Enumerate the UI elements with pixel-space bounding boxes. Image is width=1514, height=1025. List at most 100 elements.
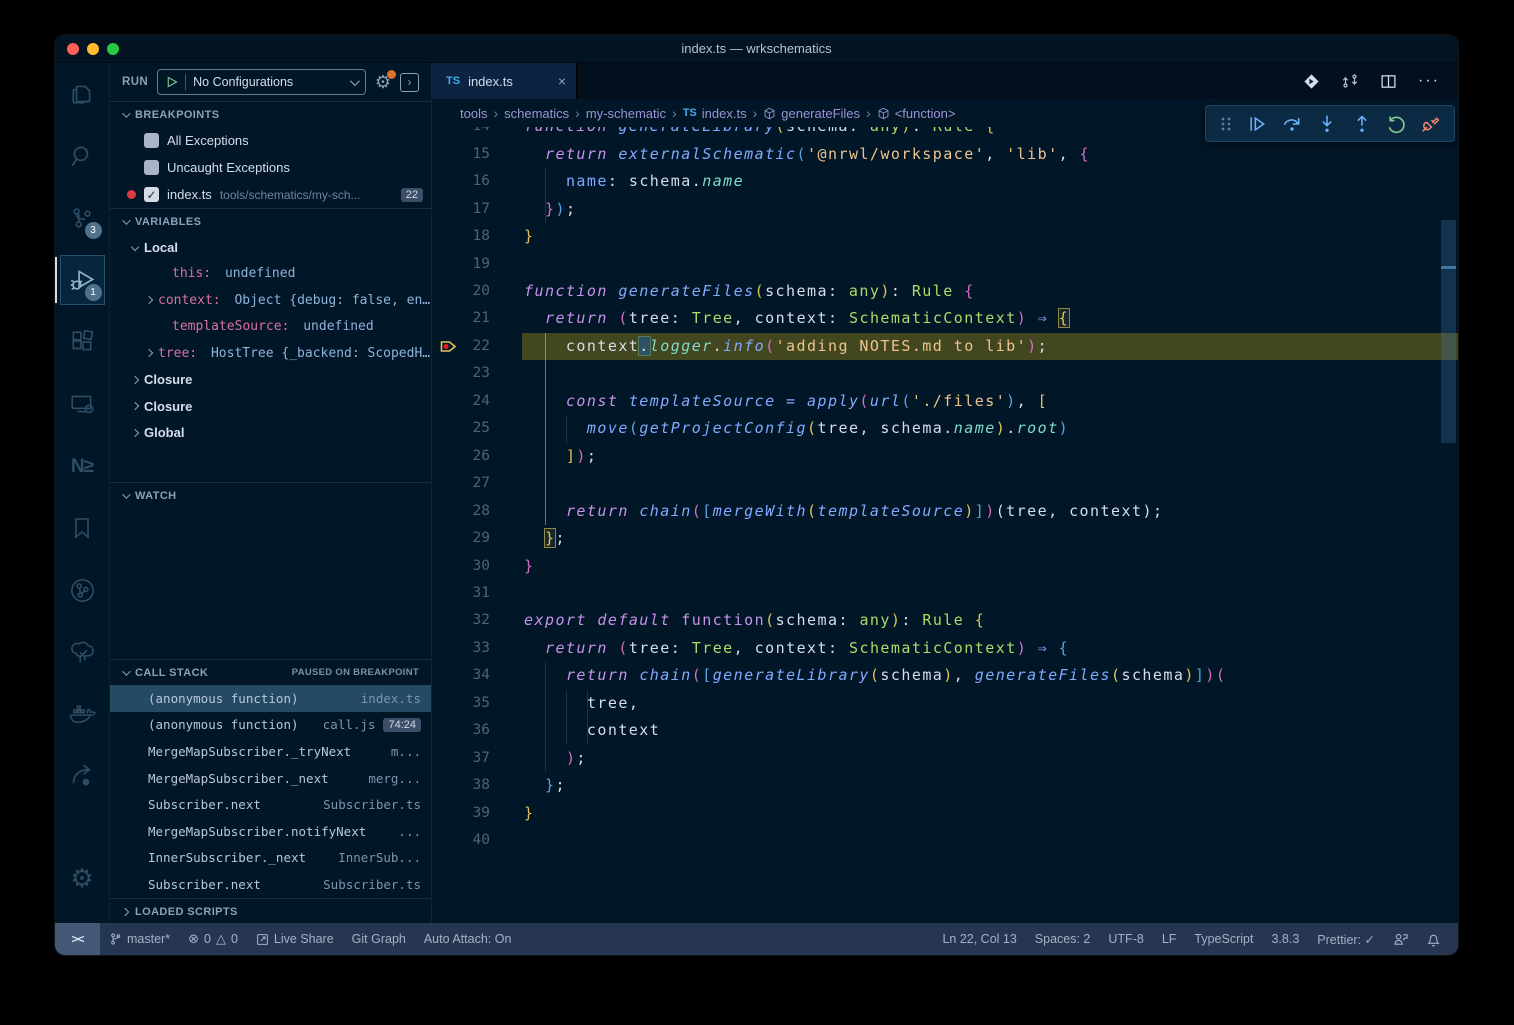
line-number[interactable]: 25	[432, 415, 490, 442]
line-number[interactable]: 15	[432, 141, 490, 168]
call-stack-frame[interactable]: Subscriber.nextSubscriber.ts	[110, 791, 431, 818]
search-icon[interactable]	[55, 125, 110, 187]
tab-index-ts[interactable]: TS index.ts ×	[432, 63, 577, 99]
line-number[interactable]: 16	[432, 168, 490, 195]
code-line[interactable]: 22 context.logger.info('adding NOTES.md …	[432, 333, 1458, 360]
gitlens-annotate-icon[interactable]	[1303, 73, 1320, 90]
line-number[interactable]: 29	[432, 525, 490, 552]
line-number[interactable]: 35	[432, 690, 490, 717]
manage-gear-icon[interactable]: ⚙	[55, 847, 110, 909]
code-line[interactable]: 20function generateFiles(schema: any): R…	[432, 278, 1458, 305]
line-number[interactable]: 34	[432, 662, 490, 689]
call-stack-section-header[interactable]: CALL STACK PAUSED ON BREAKPOINT	[110, 659, 431, 685]
code-line[interactable]: 27	[432, 470, 1458, 497]
line-number[interactable]: 20	[432, 278, 490, 305]
breadcrumb-item[interactable]: tools	[460, 106, 487, 121]
variable-scope-row[interactable]: Global	[110, 420, 431, 447]
line-number[interactable]: 38	[432, 772, 490, 799]
call-stack-frame[interactable]: (anonymous function)call.js74:24	[110, 712, 431, 739]
line-number[interactable]: 33	[432, 635, 490, 662]
breadcrumb-item[interactable]: TSindex.ts	[683, 106, 747, 121]
code-line[interactable]: 26 ]);	[432, 443, 1458, 470]
line-number[interactable]: 17	[432, 196, 490, 223]
line-number[interactable]: 31	[432, 580, 490, 607]
line-number[interactable]: 19	[432, 251, 490, 278]
prettier-item[interactable]: Prettier: ✓	[1308, 923, 1384, 955]
split-editor-icon[interactable]	[1380, 73, 1397, 90]
breakpoint-row-all-exceptions[interactable]: All Exceptions	[110, 127, 431, 154]
live-share-icon[interactable]	[55, 745, 110, 807]
drag-grip-icon[interactable]	[1219, 116, 1233, 132]
line-number[interactable]: 39	[432, 800, 490, 827]
code-line[interactable]: 38 };	[432, 772, 1458, 799]
line-number[interactable]: 37	[432, 745, 490, 772]
breadcrumb-item[interactable]: <function>	[877, 106, 956, 121]
continue-icon[interactable]	[1247, 114, 1267, 134]
code-editor[interactable]: 14function generateLibrary(schema: any):…	[432, 127, 1458, 923]
checkbox-unchecked[interactable]	[144, 160, 159, 175]
notifications-item[interactable]	[1417, 923, 1450, 955]
line-number[interactable]: 30	[432, 553, 490, 580]
configure-gear-button[interactable]: ⚙	[375, 73, 391, 91]
variable-scope-row[interactable]: Local	[110, 234, 431, 261]
code-line[interactable]: 24 const templateSource = apply(url('./f…	[432, 388, 1458, 415]
loaded-scripts-section-header[interactable]: LOADED SCRIPTS	[110, 898, 431, 923]
debug-console-button[interactable]: ›	[400, 73, 419, 92]
line-number[interactable]: 32	[432, 607, 490, 634]
breadcrumb-item[interactable]: schematics	[504, 106, 569, 121]
variable-scope-row[interactable]: Closure	[110, 393, 431, 420]
code-line[interactable]: 31	[432, 580, 1458, 607]
remote-explorer-icon[interactable]	[55, 373, 110, 435]
code-line[interactable]: 17 });	[432, 196, 1458, 223]
code-line[interactable]: 28 return chain([mergeWith(templateSourc…	[432, 498, 1458, 525]
step-out-icon[interactable]	[1352, 114, 1372, 134]
extensions-icon[interactable]	[55, 311, 110, 373]
close-tab-icon[interactable]: ×	[558, 73, 566, 89]
watch-section-header[interactable]: WATCH	[110, 482, 431, 508]
code-line[interactable]: 32export default function(schema: any): …	[432, 607, 1458, 634]
variable-row[interactable]: this: undefined	[110, 261, 431, 288]
test-explorer-icon[interactable]	[55, 621, 110, 683]
restart-icon[interactable]	[1386, 114, 1406, 134]
problems-item[interactable]: ⊗ 0 △ 0	[179, 923, 247, 955]
eol-item[interactable]: LF	[1153, 923, 1186, 955]
checkbox-checked[interactable]	[144, 187, 159, 202]
breakpoint-row-uncaught-exceptions[interactable]: Uncaught Exceptions	[110, 154, 431, 181]
more-actions-icon[interactable]: ···	[1418, 72, 1440, 90]
call-stack-frame[interactable]: InnerSubscriber._nextInnerSub...	[110, 845, 431, 872]
call-stack-frame[interactable]: MergeMapSubscriber._nextmerg...	[110, 765, 431, 792]
breakpoints-section-header[interactable]: BREAKPOINTS	[110, 101, 431, 127]
language-mode-item[interactable]: TypeScript	[1185, 923, 1262, 955]
nx-console-icon[interactable]: N≥	[55, 435, 110, 497]
cursor-position-item[interactable]: Ln 22, Col 13	[933, 923, 1025, 955]
code-line[interactable]: 40	[432, 827, 1458, 854]
breadcrumb-item[interactable]: my-schematic	[586, 106, 666, 121]
code-line[interactable]: 37 );	[432, 745, 1458, 772]
breakpoint-current-position-icon[interactable]	[440, 339, 457, 354]
code-line[interactable]: 35 tree,	[432, 690, 1458, 717]
line-number[interactable]: 40	[432, 827, 490, 854]
feedback-item[interactable]	[1384, 923, 1417, 955]
live-share-item[interactable]: Live Share	[247, 923, 343, 955]
call-stack-frame[interactable]: MergeMapSubscriber._tryNextm...	[110, 738, 431, 765]
line-number[interactable]: 21	[432, 305, 490, 332]
variable-row[interactable]: tree: HostTree {_backend: ScopedH…	[110, 340, 431, 367]
line-number[interactable]: 18	[432, 223, 490, 250]
variable-row[interactable]: templateSource: undefined	[110, 314, 431, 341]
git-graph-item[interactable]: Git Graph	[343, 923, 415, 955]
encoding-item[interactable]: UTF-8	[1099, 923, 1152, 955]
variable-row[interactable]: context: Object {debug: false, en…	[110, 287, 431, 314]
variable-scope-row[interactable]: Closure	[110, 367, 431, 394]
auto-attach-item[interactable]: Auto Attach: On	[415, 923, 521, 955]
code-line[interactable]: 29 };	[432, 525, 1458, 552]
indentation-item[interactable]: Spaces: 2	[1026, 923, 1100, 955]
git-branch-item[interactable]: master*	[100, 923, 179, 955]
code-line[interactable]: 19	[432, 251, 1458, 278]
bookmarks-icon[interactable]	[55, 497, 110, 559]
step-into-icon[interactable]	[1317, 114, 1337, 134]
line-number[interactable]: 14	[432, 127, 490, 141]
code-line[interactable]: 36 context	[432, 717, 1458, 744]
call-stack-frame[interactable]: (anonymous function)index.ts	[110, 685, 431, 712]
docker-icon[interactable]	[55, 683, 110, 745]
remote-indicator[interactable]: ><	[55, 923, 100, 955]
